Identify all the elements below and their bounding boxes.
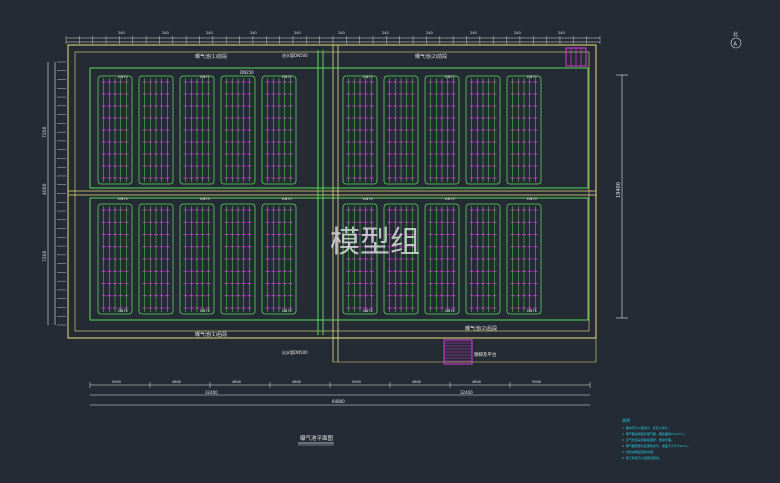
pipe-size-label: DN75: [118, 309, 128, 313]
diffuser-bay: [138, 75, 174, 185]
diffuser-bay: [424, 203, 460, 315]
pipe-size-label: DN75: [363, 197, 373, 201]
bottom-dim-text: 5000: [112, 380, 121, 384]
zone-label-upper-left: 曝气池(1)前段: [195, 53, 227, 60]
diffuser-bay: [465, 75, 501, 185]
bottom-dim-total: 64800: [332, 399, 345, 404]
top-dim-text: 240: [162, 31, 169, 35]
pipe-size-label: DN75: [200, 309, 210, 313]
diffuser-bay: [506, 203, 542, 315]
steel-stair: [443, 339, 473, 365]
pipe-size-label: DN75: [118, 75, 128, 79]
top-right-stair: [565, 47, 587, 67]
bottom-dim-text: 5000: [352, 380, 361, 384]
bottom-dimension: 32400 32400 64800: [90, 384, 590, 406]
bottom-dim-text: 4800: [472, 380, 481, 384]
watermark-text: 模型组: [330, 225, 420, 260]
pipe-size-label: DN75: [445, 75, 455, 79]
outlet-note: 出水管DN500: [282, 349, 308, 355]
drawing-title: 曝气池平面图: [300, 434, 334, 442]
diffuser-bay: [465, 203, 501, 315]
bottom-dim-text: 4800: [172, 380, 181, 384]
note-line: 3. 空气管道采用焊接钢管，防腐处理。: [622, 437, 674, 442]
bottom-dim-text: 5000: [532, 380, 541, 384]
top-dim-text: 240: [338, 31, 345, 35]
top-dim-text: 240: [294, 31, 301, 35]
pipe-size-label: DN75: [363, 309, 373, 313]
inlet-note: 进水管DN500: [282, 52, 308, 58]
stair-label: 钢梯及平台: [474, 351, 497, 358]
pipe-size-label: DN75: [282, 309, 292, 313]
pipe-size-label: DN75: [118, 197, 128, 201]
diffuser-bay: [97, 203, 133, 315]
pipe-size-label: DN75: [282, 197, 292, 201]
pipe-size-label: DN75: [527, 309, 537, 313]
top-dim-text: 240: [558, 31, 565, 35]
note-line: 5. 支管末端设置排水阀。: [622, 449, 656, 454]
diffuser-bay: [138, 203, 174, 315]
top-dim-text: 240: [514, 31, 521, 35]
top-dim-text: 240: [250, 31, 257, 35]
pipe-size-label: DN75: [445, 309, 455, 313]
pipe-size-label: DN75: [200, 197, 210, 201]
bottom-dim-text: 4800: [412, 380, 421, 384]
bottom-dim-half-right: 32400: [460, 390, 473, 395]
drawing-title-block: 曝气池平面图: [298, 434, 334, 446]
air-header-pipes: [89, 50, 589, 335]
north-arrow: 北 A: [730, 31, 742, 49]
pipe-size-label: DN75: [363, 75, 373, 79]
pipe-size-label: DN75: [200, 75, 210, 79]
cad-viewport: DN75 DN75 DN75 DN75 DN75 DN75 DN75 DN75 DN75 DN75…: [0, 0, 780, 479]
left-dimension: 7200 4000 7200: [42, 62, 56, 325]
top-dim-text: 240: [426, 31, 433, 35]
header-pipe-size: DN250: [240, 70, 254, 75]
note-line: 6. 施工时应与土建密切配合。: [622, 455, 662, 460]
diffuser-bay: [261, 203, 297, 315]
left-dim-1: 7200: [42, 126, 48, 138]
left-dim-2: 4000: [42, 183, 48, 195]
bottom-dim-half-left: 32400: [205, 390, 218, 395]
zone-label-lower-left: 曝气池(1)后段: [195, 331, 227, 338]
diffuser-bay: [261, 75, 297, 185]
note-line: 4. 曝气器安装时应保持水平，误差不大于±5mm。: [622, 443, 690, 448]
top-dim-text: 240: [382, 31, 389, 35]
pipe-size-label: DN75: [445, 197, 455, 201]
diffuser-bay: [424, 75, 460, 185]
right-dimension: 19400: [616, 74, 628, 319]
right-dim-text: 19400: [616, 182, 622, 198]
bottom-dim-text: 4800: [292, 380, 301, 384]
top-dim-text: 240: [118, 31, 125, 35]
note-line: 2. 曝气器采用微孔曝气器，服务面积0.5m²/个。: [622, 431, 687, 436]
diffuser-bay: [342, 75, 378, 185]
left-dim-3: 7200: [42, 250, 48, 262]
north-mark: A: [734, 42, 738, 48]
top-dim-text: 240: [206, 31, 213, 35]
zone-label-lower-right: 曝气池(2)后段: [465, 325, 497, 332]
diffuser-bay: [220, 203, 256, 315]
north-label: 北: [733, 31, 738, 38]
top-dim-text: 240: [470, 31, 477, 35]
diffuser-bay: [179, 203, 215, 315]
floor-plan-drawing: DN75 DN75 DN75 DN75 DN75 DN75 DN75 DN75 DN75 DN75…: [42, 31, 742, 460]
bottom-dim-text: 4800: [232, 380, 241, 384]
pipe-size-label: DN75: [282, 75, 292, 79]
notes-title: 说明: [622, 417, 630, 423]
diffuser-bay: [97, 75, 133, 185]
diffuser-bay: [506, 75, 542, 185]
diffuser-bay: [220, 75, 256, 185]
pipe-size-label: DN75: [527, 197, 537, 201]
diffuser-bay: [383, 75, 419, 185]
note-line: 1. 图中尺寸以毫米计，标高以米计。: [622, 425, 671, 430]
pipe-size-label: DN75: [527, 75, 537, 79]
diffuser-bay: [179, 75, 215, 185]
zone-label-upper-right: 曝气池(2)前段: [415, 53, 447, 60]
design-notes: 说明 1. 图中尺寸以毫米计，标高以米计。 2. 曝气器采用微孔曝气器，服务面积…: [622, 417, 690, 460]
tank-outer-wall: [67, 44, 597, 363]
